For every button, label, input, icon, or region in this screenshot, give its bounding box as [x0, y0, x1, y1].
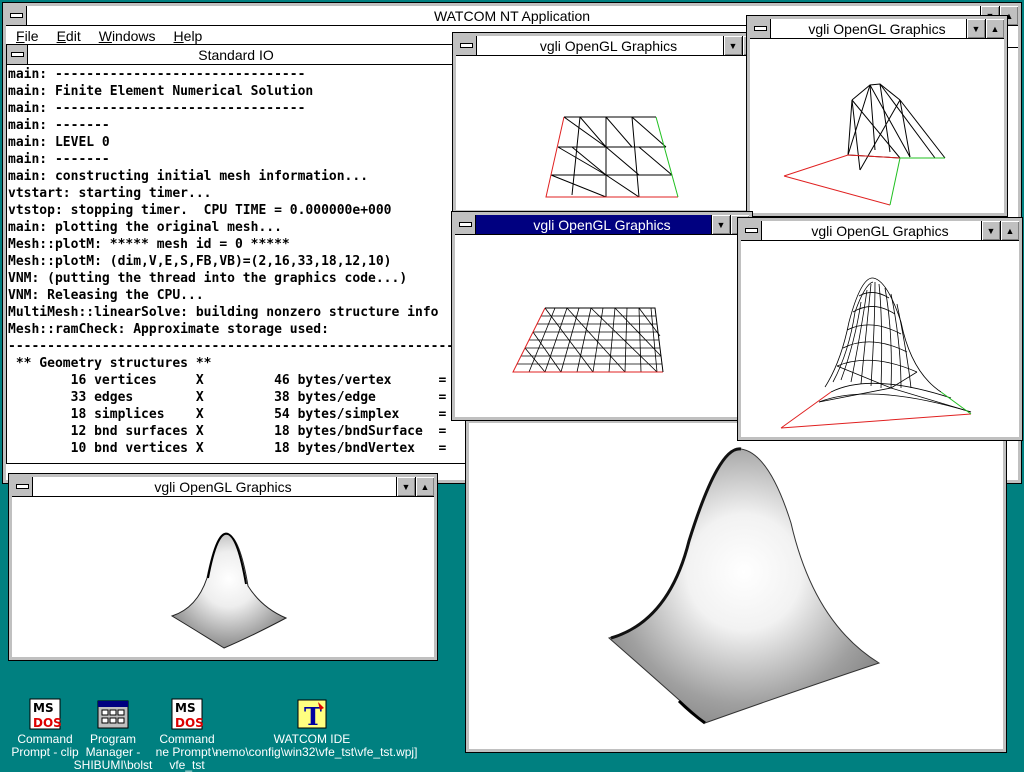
gl-window-coarse-mesh: vgli OpenGL Graphics ▼ ▲ [452, 32, 765, 214]
gl-minimize-button[interactable]: ▼ [966, 19, 985, 38]
std-io-line: 33 edges X 38 bytes/edge = [8, 390, 447, 405]
coarse-surface-plot [783, 83, 946, 206]
gl-system-menu-button[interactable] [741, 221, 762, 240]
std-io-line: main: ------- [8, 118, 110, 133]
gl-minimize-button[interactable]: ▼ [711, 215, 730, 234]
surface-plot-large [607, 447, 881, 725]
surface-plot-small [170, 532, 288, 649]
svg-text:MS: MS [175, 701, 196, 715]
std-io-line: ** Geometry structures ** [8, 356, 212, 371]
watcom-ide-icon: T [297, 699, 327, 730]
gl-titlebar-active[interactable]: vgli OpenGL Graphics ▼ ▲ [455, 215, 749, 235]
desktop-icon-watcom-ide[interactable]: T WATCOM IDE \nemo\config\win32\vfe_tst\… [212, 698, 418, 759]
gl-minimize-button[interactable]: ▼ [396, 477, 415, 496]
gl-title: vgli OpenGL Graphics [811, 222, 949, 239]
std-io-line: Mesh::ramCheck: Approximate storage used… [8, 322, 329, 337]
icon-label-line2: \nemo\config\win32\vfe_tst\vfe_tst.wpj] [212, 745, 418, 759]
gl-window-large-surface [465, 419, 1007, 753]
gl-canvas[interactable] [455, 236, 749, 417]
gl-maximize-button[interactable]: ▲ [1000, 221, 1019, 240]
std-io-line: 12 bnd surfaces X 18 bytes/bndSurface = [8, 424, 447, 439]
std-io-line: vtstart: starting timer... [8, 186, 212, 201]
std-io-line: main: plotting the original mesh... [8, 220, 282, 235]
gl-window-fine-surface: vgli OpenGL Graphics ▼ ▲ [737, 217, 1023, 441]
svg-text:MS: MS [33, 701, 54, 715]
gl-title: vgli OpenGL Graphics [154, 478, 292, 495]
gl-maximize-button[interactable]: ▲ [985, 19, 1004, 38]
gl-window-coarse-surface: vgli OpenGL Graphics ▼ ▲ [746, 15, 1008, 217]
std-io-line: MultiMesh::linearSolve: building nonzero… [8, 305, 439, 320]
msdos-icon: MS DOS [29, 698, 61, 730]
std-io-title: Standard IO [198, 46, 274, 63]
svg-text:DOS: DOS [33, 716, 61, 730]
gl-minimize-button[interactable]: ▼ [723, 36, 742, 55]
std-io-line: Mesh::plotM: ***** mesh id = 0 ***** [8, 237, 290, 252]
coarse-mesh-plot [545, 116, 679, 198]
gl-canvas-large[interactable] [469, 423, 1003, 749]
gl-system-menu-button[interactable] [12, 477, 33, 496]
gl-titlebar[interactable]: vgli OpenGL Graphics ▼ ▲ [750, 19, 1004, 39]
std-io-line: ------------------------------------ [8, 457, 465, 463]
gl-canvas[interactable] [12, 498, 434, 657]
program-manager-icon [97, 700, 129, 729]
msdos-icon: MS DOS [171, 698, 203, 730]
std-io-line: main: LEVEL 0 [8, 135, 110, 150]
std-io-line: vtstop: stopping timer. CPU TIME = 0.000… [8, 203, 392, 218]
gl-system-menu-button[interactable] [750, 19, 771, 38]
std-io-line: main: -------------------------------- [8, 67, 306, 82]
gl-titlebar[interactable]: vgli OpenGL Graphics ▼ ▲ [741, 221, 1019, 241]
gl-title: vgli OpenGL Graphics [808, 20, 946, 37]
std-io-output: main: -------------------------------- ma… [7, 66, 465, 463]
gl-minimize-button[interactable]: ▼ [981, 221, 1000, 240]
std-io-line: main: ------- [8, 152, 110, 167]
standard-io-window: Standard IO main: ----------------------… [6, 44, 466, 464]
fine-surface-plot [780, 277, 972, 429]
app-system-menu-button[interactable] [6, 6, 27, 25]
svg-text:DOS: DOS [175, 716, 203, 730]
std-io-line: VNM: Releasing the CPU... [8, 288, 204, 303]
std-io-line: VNM: (putting the thread into the graphi… [8, 271, 408, 286]
gl-canvas[interactable] [741, 242, 1019, 437]
std-io-line: 10 bnd vertices X 18 bytes/bndVertex = [8, 441, 447, 456]
gl-title: vgli OpenGL Graphics [533, 216, 671, 233]
gl-canvas[interactable] [750, 40, 1004, 213]
std-io-line: main: constructing initial mesh informat… [8, 169, 369, 184]
std-io-line: main: -------------------------------- [8, 101, 306, 116]
std-io-line: main: Finite Element Numerical Solution [8, 84, 314, 99]
std-io-line: ----------------------------------------… [8, 339, 465, 354]
std-io-text-area[interactable]: main: -------------------------------- ma… [7, 66, 465, 463]
gl-system-menu-button[interactable] [455, 215, 476, 234]
std-io-line: Mesh::plotM: (dim,V,E,S,FB,VB)=(2,16,33,… [8, 254, 392, 269]
fine-mesh-plot [512, 307, 664, 373]
std-io-line: 16 vertices X 46 bytes/vertex = [8, 373, 447, 388]
gl-titlebar[interactable]: vgli OpenGL Graphics ▼ ▲ [456, 36, 761, 56]
gl-window-fine-mesh: vgli OpenGL Graphics ▼ ▲ [451, 211, 753, 421]
app-title: WATCOM NT Application [433, 7, 591, 24]
gl-title: vgli OpenGL Graphics [539, 37, 678, 54]
std-io-titlebar[interactable]: Standard IO [7, 45, 465, 65]
std-io-line: 18 simplices X 54 bytes/simplex = [8, 407, 447, 422]
std-io-system-menu-button[interactable] [7, 45, 28, 64]
gl-system-menu-button[interactable] [456, 36, 477, 55]
gl-maximize-button[interactable]: ▲ [415, 477, 434, 496]
gl-titlebar[interactable]: vgli OpenGL Graphics ▼ ▲ [12, 477, 434, 497]
icon-label-line3: vfe_tst [169, 758, 205, 772]
gl-canvas[interactable] [456, 57, 761, 210]
gl-window-small-surface: vgli OpenGL Graphics ▼ ▲ [8, 473, 438, 661]
